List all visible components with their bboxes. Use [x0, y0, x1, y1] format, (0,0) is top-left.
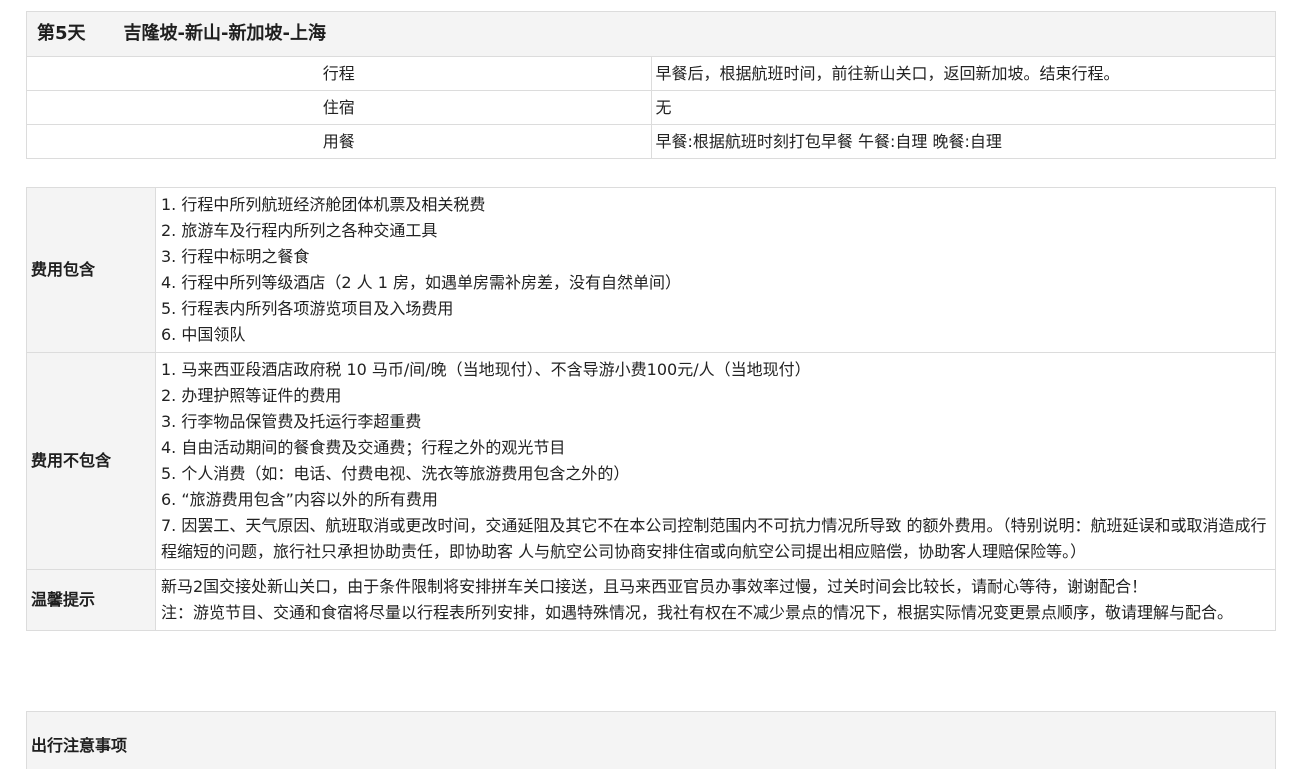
day-row-meals: 用餐 早餐:根据航班时刻打包早餐 午餐:自理 晚餐:自理	[26, 124, 1276, 159]
list-item: 6. “旅游费用包含”内容以外的所有费用	[161, 490, 438, 509]
list-item: 2. 办理护照等证件的费用	[161, 386, 342, 405]
list-item: 2. 旅游车及行程内所列之各种交通工具	[161, 221, 438, 240]
tip-item: 注：游览节目、交通和食宿将尽量以行程表所列安排，如遇特殊情况，我社有权在不减少景…	[161, 603, 1234, 622]
day-row-value: 早餐:根据航班时刻打包早餐 午餐:自理 晚餐:自理	[650, 124, 1276, 159]
tip-item: 新马2国交接处新山关口，由于条件限制将安排拼车关口接送，且马来西亚官员办事效率过…	[161, 577, 1148, 596]
list-item: 3. 行李物品保管费及托运行李超重费	[161, 412, 422, 431]
day-row-value: 无	[650, 90, 1276, 125]
list-item: 4. 自由活动期间的餐食费及交通费；行程之外的观光节目	[161, 438, 566, 457]
day-row-value: 早餐后，根据航班时间，前往新山关口，返回新加坡。结束行程。	[650, 56, 1276, 91]
list-item: 5. 个人消费（如：电话、付费电视、洗衣等旅游费用包含之外的）	[161, 464, 630, 483]
cost-excluded-row: 费用不包含 1. 马来西亚段酒店政府税 10 马币/间/晚（当地现付）、不含导游…	[26, 352, 1276, 570]
list-item: 5. 行程表内所列各项游览项目及入场费用	[161, 299, 454, 318]
list-item: 3. 行程中标明之餐食	[161, 247, 310, 266]
list-item: 1. 马来西亚段酒店政府税 10 马币/间/晚（当地现付）、不含导游小费100元…	[161, 360, 811, 379]
tips-label: 温馨提示	[26, 569, 156, 631]
day-header: 第5天 吉隆坡-新山-新加坡-上海	[26, 11, 1276, 57]
list-item: 1. 行程中所列航班经济舱团体机票及相关税费	[161, 195, 486, 214]
tips-content: 新马2国交接处新山关口，由于条件限制将安排拼车关口接送，且马来西亚官员办事效率过…	[155, 569, 1276, 631]
cost-excluded-content: 1. 马来西亚段酒店政府税 10 马币/间/晚（当地现付）、不含导游小费100元…	[155, 352, 1276, 570]
day-header-cell: 第5天 吉隆坡-新山-新加坡-上海	[26, 11, 1276, 57]
day-row-label: 行程	[26, 56, 652, 91]
day-row-accommodation: 住宿 无	[26, 90, 1276, 125]
cost-included-row: 费用包含 1. 行程中所列航班经济舱团体机票及相关税费 2. 旅游车及行程内所列…	[26, 187, 1276, 353]
day-row-label: 住宿	[26, 90, 652, 125]
list-item: 4. 行程中所列等级酒店（2 人 1 房，如遇单房需补房差，没有自然单间）	[161, 273, 681, 292]
list-item: 7. 因罢工、天气原因、航班取消或更改时间，交通延阻及其它不在本公司控制范围内不…	[161, 516, 1267, 561]
day-table: 第5天 吉隆坡-新山-新加坡-上海 行程 早餐后，根据航班时间，前往新山关口，返回…	[26, 11, 1276, 159]
cost-included-label: 费用包含	[26, 187, 156, 353]
itinerary-page: 第5天 吉隆坡-新山-新加坡-上海 行程 早餐后，根据航班时间，前往新山关口，返回…	[0, 0, 1299, 769]
travel-notes-section: 出行注意事项	[26, 711, 1276, 769]
day-route: 吉隆坡-新山-新加坡-上海	[123, 23, 326, 44]
day-row-label: 用餐	[26, 124, 652, 159]
day-row-itinerary: 行程 早餐后，根据航班时间，前往新山关口，返回新加坡。结束行程。	[26, 56, 1276, 91]
cost-included-content: 1. 行程中所列航班经济舱团体机票及相关税费 2. 旅游车及行程内所列之各种交通…	[155, 187, 1276, 353]
travel-notes-title: 出行注意事项	[31, 736, 128, 755]
list-item: 6. 中国领队	[161, 325, 246, 344]
cost-table: 费用包含 1. 行程中所列航班经济舱团体机票及相关税费 2. 旅游车及行程内所列…	[26, 187, 1276, 631]
tips-row: 温馨提示 新马2国交接处新山关口，由于条件限制将安排拼车关口接送，且马来西亚官员…	[26, 569, 1276, 631]
cost-excluded-label: 费用不包含	[26, 352, 156, 570]
day-number: 第5天	[37, 23, 86, 44]
